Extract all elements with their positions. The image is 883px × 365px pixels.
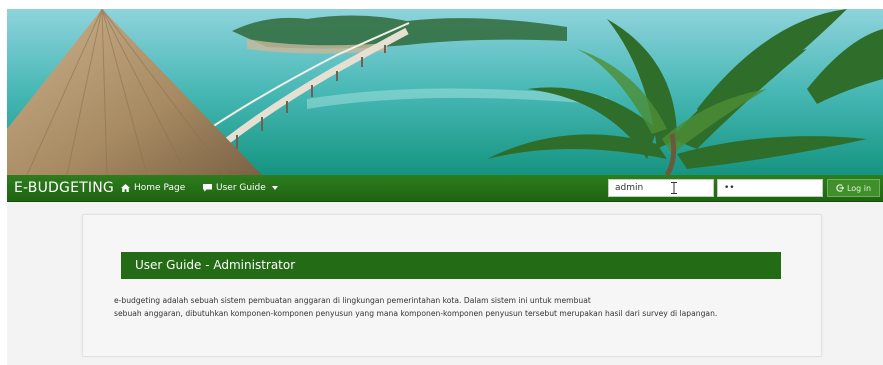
navbar: E-BUDGETING Home Page User Guide Log in <box>7 175 883 202</box>
login-icon <box>836 184 844 192</box>
login-label: Log in <box>846 183 872 193</box>
content-panel: User Guide - Administrator e-budgeting a… <box>82 214 822 357</box>
text-cursor-icon <box>671 182 677 194</box>
guide-section-title: User Guide - Administrator <box>121 252 781 279</box>
page: E-BUDGETING Home Page User Guide Log in <box>7 9 883 365</box>
password-input[interactable] <box>717 179 823 197</box>
brand-title[interactable]: E-BUDGETING <box>14 175 114 201</box>
guide-description-line: sebuah anggaran, dibutuhkan komponen-kom… <box>114 309 718 318</box>
guide-description: e-budgeting adalah sebuah sistem pembuat… <box>114 294 804 320</box>
chevron-down-icon <box>271 186 278 190</box>
login-button[interactable]: Log in <box>827 179 880 197</box>
nav-home-label: Home Page <box>134 183 186 193</box>
guide-description-line: e-budgeting adalah sebuah sistem pembuat… <box>114 296 591 305</box>
nav-user-guide-dropdown[interactable]: User Guide <box>203 175 278 201</box>
banner-illustration <box>7 9 883 175</box>
header-banner <box>7 9 883 175</box>
username-input[interactable] <box>608 179 714 197</box>
comment-icon <box>203 184 212 192</box>
nav-user-guide-label: User Guide <box>216 183 266 193</box>
nav-home-page[interactable]: Home Page <box>121 175 185 201</box>
home-icon <box>121 184 130 192</box>
main-content: User Guide - Administrator e-budgeting a… <box>7 202 883 365</box>
